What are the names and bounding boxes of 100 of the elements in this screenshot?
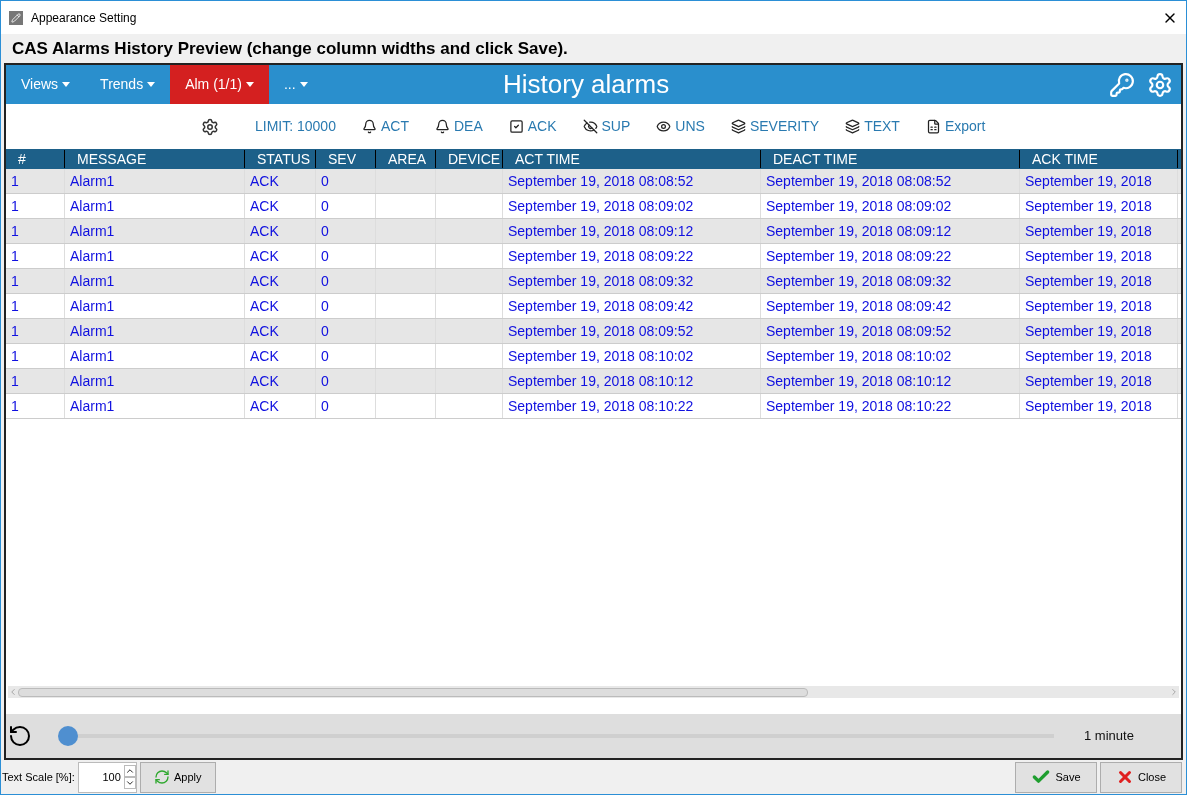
table-cell-text: ACK bbox=[250, 321, 279, 341]
nav-tab[interactable]: ... bbox=[268, 65, 323, 104]
table-cell-text: ACK bbox=[250, 396, 279, 416]
table-cell-text: September 19, 2018 08:09:12 bbox=[508, 221, 694, 241]
table-cell-text: 1 bbox=[11, 321, 19, 341]
column-header[interactable]: DEVICE bbox=[436, 150, 503, 168]
table-cell-text: September 19, 2018 bbox=[1025, 346, 1152, 366]
table-cell-text: September 19, 2018 08:09:52 bbox=[766, 321, 952, 341]
column-header[interactable]: DEACT TIME bbox=[761, 150, 1020, 168]
table-cell-text: Alarm1 bbox=[70, 346, 115, 366]
column-header[interactable]: MESSAGE bbox=[65, 150, 245, 168]
filter-button[interactable]: TEXT bbox=[845, 116, 900, 137]
checkbox-icon bbox=[508, 119, 524, 134]
table-cell-text: 0 bbox=[321, 171, 329, 191]
table-cell-text: September 19, 2018 bbox=[1025, 171, 1152, 191]
table-cell-text: September 19, 2018 bbox=[1025, 271, 1152, 291]
column-header[interactable]: # bbox=[6, 150, 65, 168]
table-cell-text: 0 bbox=[321, 271, 329, 291]
table-cell-text: ACK bbox=[250, 271, 279, 291]
table-cell-text: September 19, 2018 bbox=[1025, 221, 1152, 241]
window-title: Appearance Setting bbox=[31, 9, 137, 27]
nav-tab[interactable]: Views bbox=[6, 65, 86, 104]
layers-icon bbox=[730, 119, 746, 134]
table-cell-text: Alarm1 bbox=[70, 396, 115, 416]
table-cell-text: 1 bbox=[11, 171, 19, 191]
table-cell-text: 0 bbox=[321, 371, 329, 391]
layers-icon bbox=[845, 119, 861, 134]
scroll-thumb[interactable] bbox=[18, 687, 808, 697]
column-header[interactable]: AREA bbox=[376, 150, 436, 168]
column-header[interactable]: SEV bbox=[316, 150, 376, 168]
table-cell-text: Alarm1 bbox=[70, 196, 115, 216]
table-cell-text: 1 bbox=[11, 396, 19, 416]
time-span-label: 1 minute bbox=[1084, 727, 1134, 746]
column-header[interactable]: ACK TIME bbox=[1020, 150, 1178, 168]
limit-button[interactable]: LIMIT: 10000 bbox=[255, 116, 336, 137]
table-cell-text: 0 bbox=[321, 296, 329, 316]
text-scale-input[interactable]: 100 bbox=[77, 761, 137, 793]
filter-button[interactable]: UNS bbox=[656, 116, 705, 137]
close-button[interactable]: Close bbox=[1100, 761, 1182, 793]
caret-icon bbox=[299, 82, 308, 87]
table-cell-text: September 19, 2018 08:09:52 bbox=[508, 321, 694, 341]
filter-button[interactable]: SUP bbox=[582, 116, 631, 137]
filter-button[interactable]: Export bbox=[925, 116, 986, 137]
text-scale-label: Text Scale [%]: bbox=[2, 769, 75, 785]
table-cell-text: 0 bbox=[321, 246, 329, 266]
table-cell-text: September 19, 2018 08:10:22 bbox=[508, 396, 694, 416]
table-cell-text: ACK bbox=[250, 171, 279, 191]
table-cell-text: 1 bbox=[11, 346, 19, 366]
table-cell-text: 0 bbox=[321, 221, 329, 241]
table-cell-text: Alarm1 bbox=[70, 271, 115, 291]
table-cell-text: 1 bbox=[11, 246, 19, 266]
table-cell-text: ACK bbox=[250, 221, 279, 241]
column-header[interactable]: STATUS bbox=[245, 150, 316, 168]
table-cell-text: September 19, 2018 08:09:42 bbox=[508, 296, 694, 316]
table-cell-text: September 19, 2018 bbox=[1025, 321, 1152, 341]
replay-icon[interactable] bbox=[8, 724, 32, 748]
caret-icon bbox=[147, 82, 156, 87]
table-cell-text: September 19, 2018 08:09:12 bbox=[766, 221, 952, 241]
table-cell-text: ACK bbox=[250, 196, 279, 216]
table-cell-text: 1 bbox=[11, 296, 19, 316]
table-cell-text: September 19, 2018 08:08:52 bbox=[508, 171, 694, 191]
pencil-icon bbox=[9, 10, 23, 25]
filter-button[interactable]: SEVERITY bbox=[730, 116, 820, 137]
table-cell-text: September 19, 2018 08:08:52 bbox=[766, 171, 952, 191]
key-icon[interactable] bbox=[1109, 71, 1135, 98]
spreadsheet-icon bbox=[925, 119, 941, 134]
table-cell-text: 0 bbox=[321, 346, 329, 366]
table-cell-text: ACK bbox=[250, 246, 279, 266]
table-cell-text: September 19, 2018 bbox=[1025, 371, 1152, 391]
spin-up-icon[interactable] bbox=[123, 765, 136, 777]
spin-down-icon[interactable] bbox=[123, 777, 136, 789]
settings-icon[interactable] bbox=[201, 117, 219, 136]
table-cell-text: September 19, 2018 bbox=[1025, 246, 1152, 266]
table-cell-text: Alarm1 bbox=[70, 171, 115, 191]
table-cell-text: September 19, 2018 bbox=[1025, 296, 1152, 316]
column-header[interactable]: ACT TIME bbox=[503, 150, 761, 168]
filter-button[interactable]: ACK bbox=[508, 116, 557, 137]
table-cell-text: 1 bbox=[11, 221, 19, 241]
apply-button[interactable]: Apply bbox=[139, 761, 216, 793]
nav-tab[interactable]: Alm (1/1) bbox=[170, 65, 269, 104]
filter-button[interactable]: DEA bbox=[434, 116, 483, 137]
table-cell-text: September 19, 2018 08:10:02 bbox=[508, 346, 694, 366]
caret-icon bbox=[245, 82, 254, 87]
table-cell-text: September 19, 2018 bbox=[1025, 196, 1152, 216]
horizontal-scrollbar[interactable] bbox=[8, 686, 1179, 698]
table-cell-text: Alarm1 bbox=[70, 321, 115, 341]
table-cell-text: 1 bbox=[11, 371, 19, 391]
table-cell-text: Alarm1 bbox=[70, 371, 115, 391]
table-cell-text: ACK bbox=[250, 296, 279, 316]
table-cell-text: 0 bbox=[321, 321, 329, 341]
table-cell-text: 0 bbox=[321, 396, 329, 416]
preview-heading: CAS Alarms History Preview (change column widths and click Save). bbox=[11, 37, 569, 60]
save-button[interactable]: Save bbox=[1015, 761, 1097, 793]
table-cell-text: September 19, 2018 08:09:22 bbox=[766, 246, 952, 266]
slider-thumb[interactable] bbox=[58, 726, 78, 746]
table-cell-text: September 19, 2018 08:10:12 bbox=[766, 371, 952, 391]
nav-tab[interactable]: Trends bbox=[85, 65, 171, 104]
filter-button[interactable]: ACT bbox=[361, 116, 409, 137]
table-cell-text: ACK bbox=[250, 371, 279, 391]
bell-icon bbox=[434, 119, 450, 134]
